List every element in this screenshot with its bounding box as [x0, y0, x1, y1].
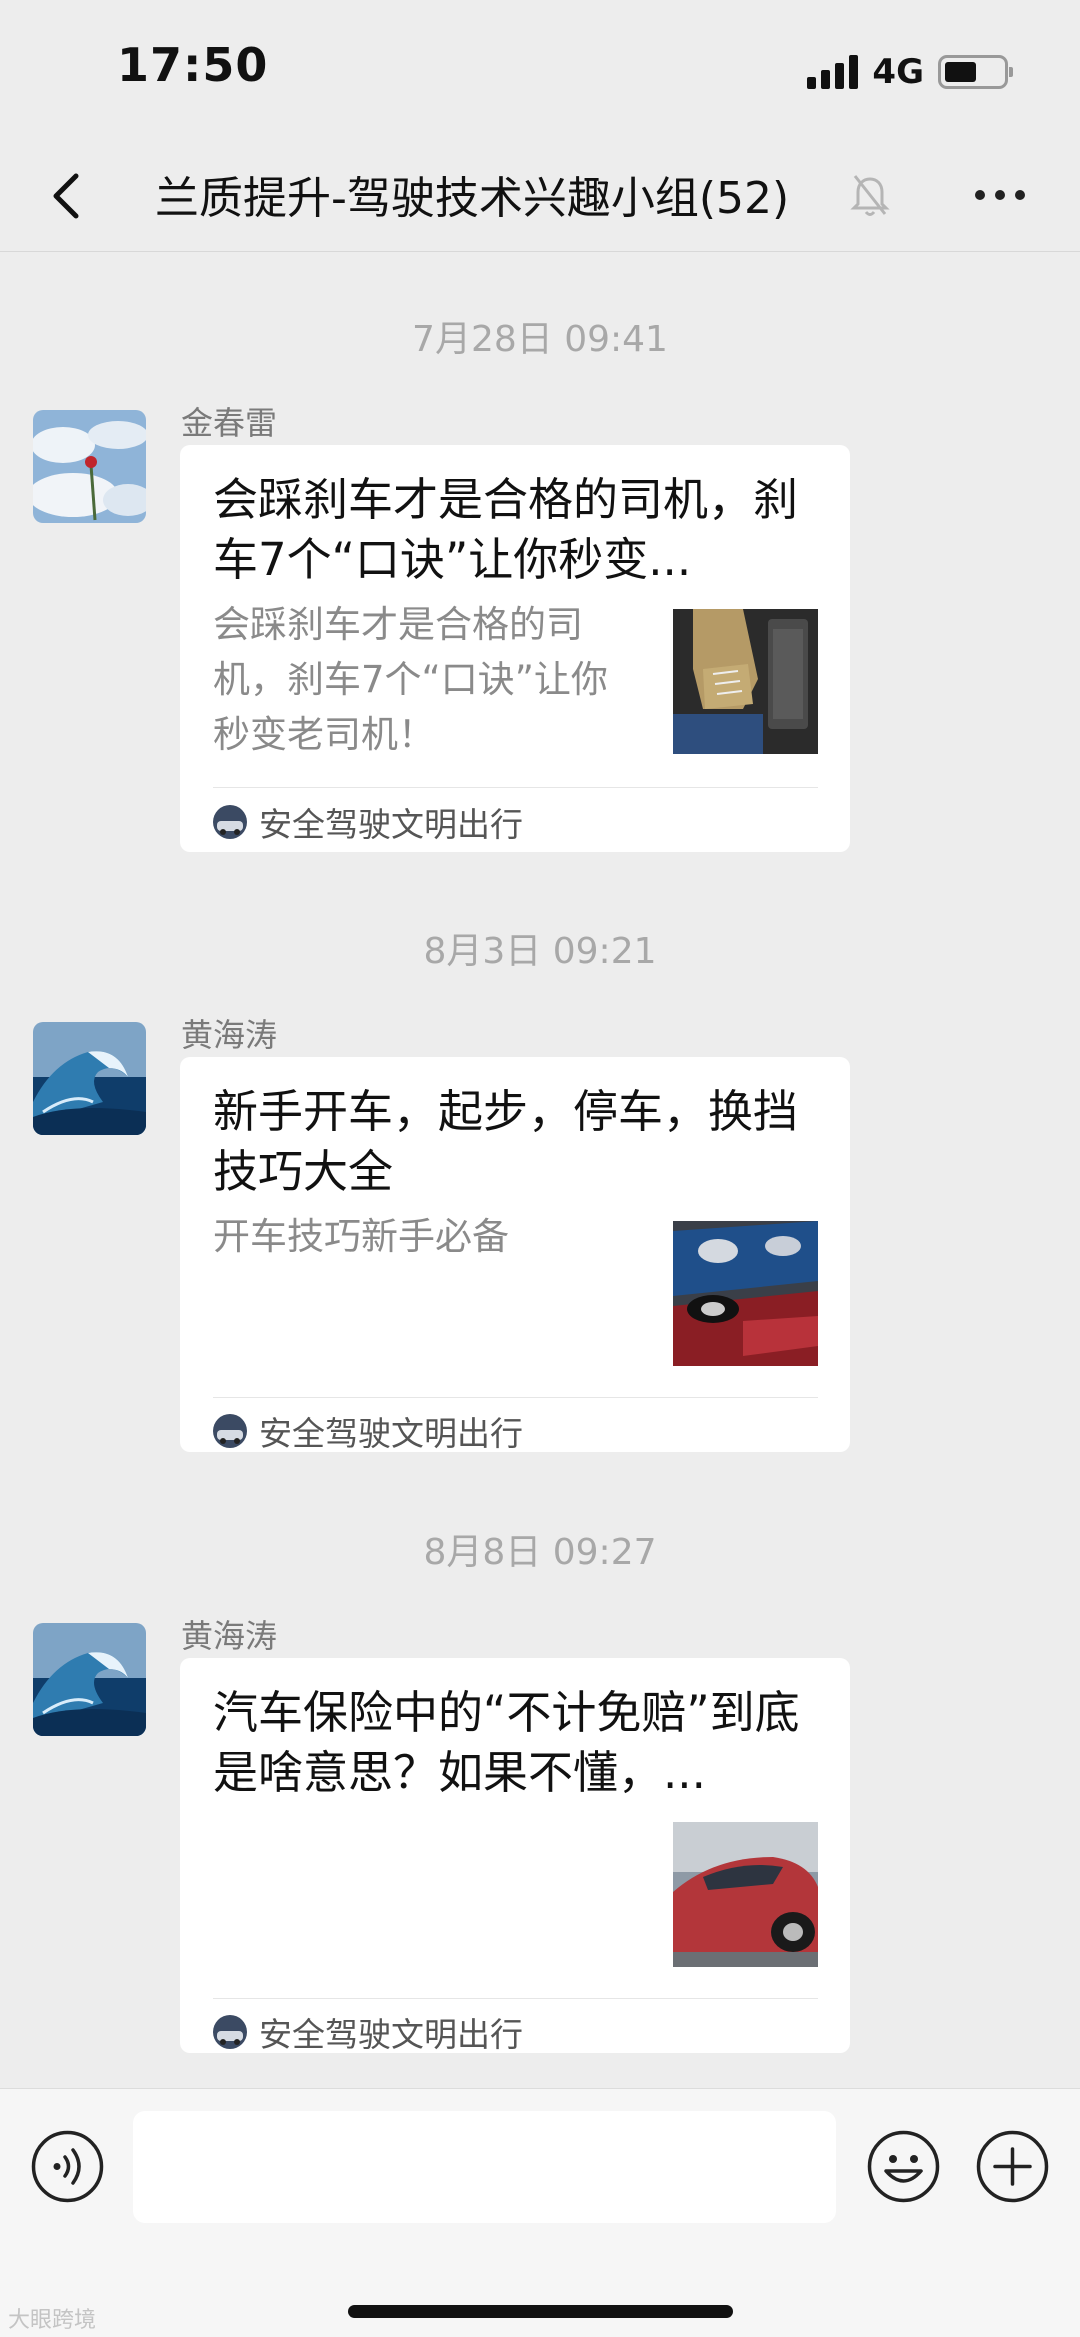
link-card[interactable]: 汽车保险中的“不计免赔”到底是啥意思？如果不懂，... 安全驾驶文明出行: [180, 1658, 850, 2056]
source-label: 安全驾驶文明出行: [259, 2015, 523, 2054]
card-title: 会踩刹车才是合格的司机，刹车7个“口诀”让你秒变...: [213, 473, 799, 586]
home-indicator[interactable]: [348, 2305, 733, 2318]
card-thumbnail: [673, 609, 818, 754]
source-avatar-icon: [213, 805, 247, 839]
sender-name: 黄海涛: [181, 1016, 278, 1054]
source-avatar-icon: [213, 1414, 247, 1448]
signal-icon: [807, 55, 859, 89]
card-thumbnail: [673, 1221, 818, 1366]
network-label: 4G: [872, 52, 924, 92]
avatar[interactable]: [33, 1022, 146, 1135]
plus-icon[interactable]: [975, 2129, 1050, 2204]
battery-icon: [938, 55, 1013, 89]
message-input[interactable]: [133, 2111, 836, 2223]
card-title: 汽车保险中的“不计免赔”到底是啥意思？如果不懂，...: [213, 1686, 800, 1799]
sender-name: 金春雷: [181, 404, 278, 442]
voice-icon[interactable]: [30, 2129, 105, 2204]
link-card[interactable]: 新手开车，起步，停车，换挡技巧大全 开车技巧新手必备 安全驾驶文明出行: [180, 1057, 850, 1455]
card-divider: [213, 1397, 818, 1398]
avatar[interactable]: [33, 1623, 146, 1736]
timestamp: 7月28日 09:41: [412, 319, 668, 360]
card-source: 安全驾驶文明出行: [213, 2008, 523, 2056]
link-card[interactable]: 会踩刹车才是合格的司机，刹车7个“口诀”让你秒变... 会踩刹车才是合格的司机，…: [180, 445, 850, 852]
status-indicators: 4G: [807, 52, 1013, 92]
card-source: 安全驾驶文明出行: [213, 798, 523, 846]
card-divider: [213, 1998, 818, 1999]
emoji-icon[interactable]: [866, 2129, 941, 2204]
mute-bell-icon: [850, 175, 890, 216]
source-label: 安全驾驶文明出行: [259, 1414, 523, 1453]
watermark: 大眼跨境: [8, 2308, 97, 2333]
card-source: 安全驾驶文明出行: [213, 1407, 523, 1455]
sender-name: 黄海涛: [181, 1617, 278, 1655]
status-time: 17:50: [117, 38, 269, 92]
card-description: 会踩刹车才是合格的司机，刹车7个“口诀”让你秒变老司机！: [213, 603, 608, 756]
chat-header: 兰质提升-驾驶技术兴趣小组(52): [0, 140, 1080, 252]
input-bar: [0, 2088, 1080, 2337]
timestamp: 8月3日 09:21: [423, 931, 657, 972]
card-description: 开车技巧新手必备: [213, 1215, 509, 1258]
chat-title: 兰质提升-驾驶技术兴趣小组(52): [155, 173, 790, 224]
source-avatar-icon: [213, 2015, 247, 2049]
card-title: 新手开车，起步，停车，换挡技巧大全: [213, 1085, 799, 1198]
card-thumbnail: [673, 1822, 818, 1967]
more-icon[interactable]: [975, 180, 1035, 210]
avatar[interactable]: [33, 410, 146, 523]
card-divider: [213, 787, 818, 788]
source-label: 安全驾驶文明出行: [259, 805, 523, 844]
timestamp: 8月8日 09:27: [423, 1532, 657, 1573]
back-icon[interactable]: [40, 166, 100, 226]
